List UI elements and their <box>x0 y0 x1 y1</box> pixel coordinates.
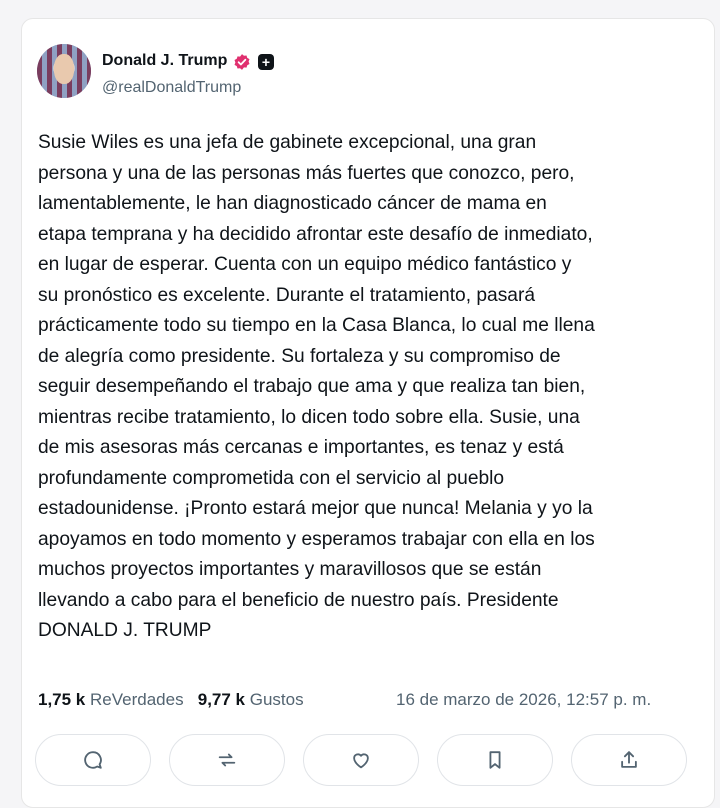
affiliation-plus-icon: + <box>258 54 274 70</box>
share-icon <box>621 751 637 768</box>
retruth-button[interactable] <box>169 734 285 786</box>
post-body-line: estadounidense. ¡Pronto estará mejor que… <box>38 498 593 519</box>
reply-icon <box>84 751 102 769</box>
post-body-line: mientras recibe tratamiento, lo dicen to… <box>38 406 580 428</box>
post-timestamp[interactable]: 16 de marzo de 2026, 12:57 p. m. <box>396 690 651 710</box>
post-body: Susie Wiles es una jefa de gabinete exce… <box>38 128 698 647</box>
author-name[interactable]: Donald J. Trump <box>102 52 227 70</box>
post-stats: 1,75 k ReVerdades 9,77 k Gustos <box>38 690 304 710</box>
share-button[interactable] <box>571 734 687 786</box>
reply-button[interactable] <box>35 734 151 786</box>
post-body-line: de alegría como presidente. Su fortaleza… <box>38 345 561 367</box>
action-bar <box>35 734 690 786</box>
post-body-line: prácticamente todo su tiempo en la Casa … <box>38 315 595 336</box>
post-body-line: en lugar de esperar. Cuenta con un equip… <box>38 254 572 275</box>
post-body-line: profundamente comprometida con el servic… <box>38 467 505 489</box>
post-body-line: de mis asesoras más cercanas e important… <box>38 437 564 458</box>
post-body-line: etapa temprana y ha decidido afrontar es… <box>38 223 593 245</box>
post-body-line: Susie Wiles es una jefa de gabinete exce… <box>38 132 537 153</box>
post-body-line: su pronóstico es excelente. Durante el t… <box>38 284 536 306</box>
post-body-line: muchos proyectos importantes y maravillo… <box>38 559 542 580</box>
author-avatar[interactable] <box>37 44 91 98</box>
post-body-line: lamentablemente, le han diagnosticado cá… <box>38 193 547 214</box>
like-button[interactable] <box>303 734 419 786</box>
retruths-label[interactable]: ReVerdades <box>90 690 184 709</box>
post-body-line: DONALD J. TRUMP <box>38 620 212 641</box>
verified-badge-icon <box>234 54 250 70</box>
retruth-icon <box>218 753 236 767</box>
bookmark-button[interactable] <box>437 734 553 786</box>
likes-label[interactable]: Gustos <box>250 690 304 709</box>
bookmark-icon <box>489 751 501 769</box>
author-handle[interactable]: @realDonaldTrump <box>102 79 241 97</box>
post-body-line: apoyamos en todo momento y esperamos tra… <box>38 528 595 550</box>
retruths-count[interactable]: 1,75 k <box>38 690 85 709</box>
post-body-line: persona y una de las personas más fuerte… <box>38 162 575 184</box>
post-body-line: seguir desempeñando el trabajo que ama y… <box>38 376 586 397</box>
post-body-line: llevando a cabo para el beneficio de nue… <box>38 589 559 611</box>
like-icon <box>353 753 369 769</box>
likes-count[interactable]: 9,77 k <box>198 690 245 709</box>
